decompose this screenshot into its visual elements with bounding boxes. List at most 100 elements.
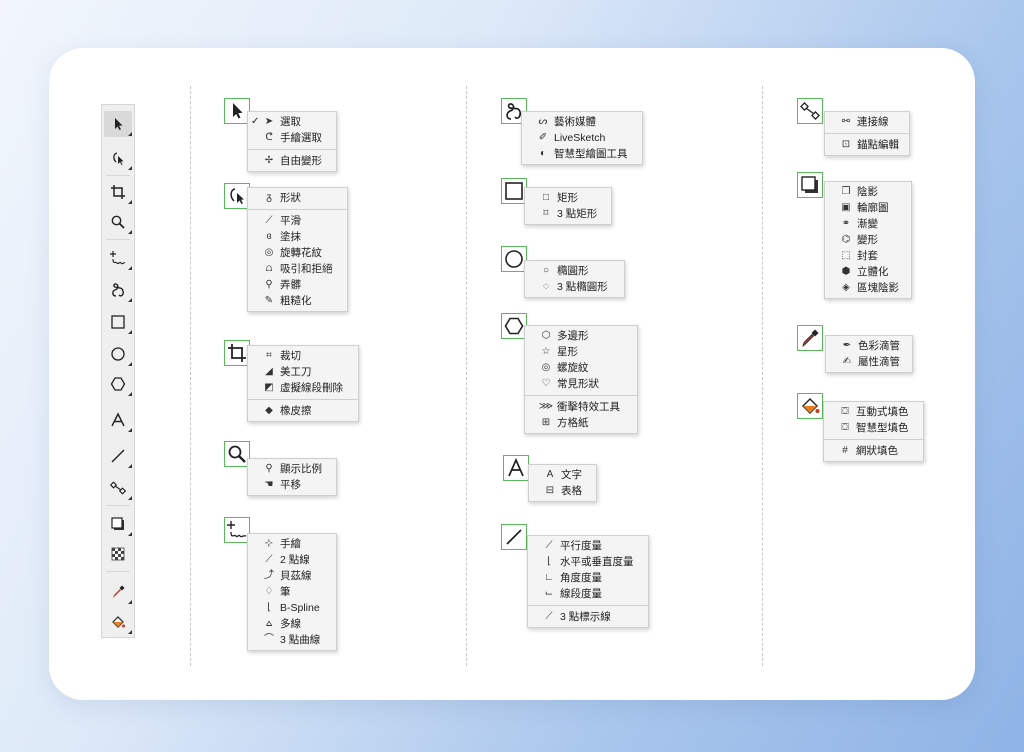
menu-item-interactive-fill[interactable]: ⛋ 互動式填色: [824, 404, 923, 420]
menu-item-common-shapes[interactable]: ♡ 常見形狀: [525, 376, 637, 392]
menu-item-smart-drawing[interactable]: ◐ 智慧型繪圖工具: [522, 146, 642, 162]
menu-item-parallel-dimension[interactable]: ⟋ 平行度量: [528, 538, 648, 554]
menu-item-pan[interactable]: ☚ 平移: [248, 477, 336, 493]
menu-item-pick[interactable]: ✓ ➤ 選取: [248, 114, 336, 130]
eyedropper-tool-box[interactable]: [797, 325, 823, 351]
menu-item-connector[interactable]: ⚯ 連接線: [825, 114, 909, 130]
menu-item-artistic-media[interactable]: ᔕ 藝術媒體: [522, 114, 642, 130]
transparency-tool-button[interactable]: [104, 541, 132, 567]
menu-item-spiral[interactable]: ◎ 螺旋紋: [525, 360, 637, 376]
pick-tool-button[interactable]: [104, 111, 132, 137]
menu-item-mesh-fill[interactable]: # 網狀填色: [824, 443, 923, 459]
angle-icon: ∟: [544, 572, 554, 583]
drop-shadow-tool-box[interactable]: [797, 172, 823, 198]
shape-tool-button[interactable]: [104, 145, 132, 171]
menu-item-attributes-eyedropper[interactable]: ✍ 屬性滴管: [826, 354, 912, 370]
menu-item-angular-dimension[interactable]: ∟ 角度度量: [528, 570, 648, 586]
rectangle-icon: [111, 315, 125, 329]
freehand-tool-button[interactable]: [104, 245, 132, 271]
menu-item-polyline[interactable]: ⩟ 多線: [248, 616, 336, 632]
menu-item-color-eyedropper[interactable]: ✒ 色彩滴管: [826, 338, 912, 354]
menu-item-smudge[interactable]: ⚲ 弄髒: [248, 277, 347, 293]
menu-item-knife[interactable]: ◢ 美工刀: [248, 364, 358, 380]
menu-item-drop-shadow[interactable]: ❐ 陰影: [825, 184, 911, 200]
menu-item-star[interactable]: ☆ 星形: [525, 344, 637, 360]
blend-icon: ⚭: [841, 218, 851, 229]
dimension-tool-box[interactable]: [501, 524, 527, 550]
connector-icon: ⚯: [841, 116, 851, 127]
menu-item-table[interactable]: ⊟ 表格: [529, 483, 596, 499]
menu-item-attract-repel[interactable]: ⩍ 吸引和拒絕: [248, 261, 347, 277]
ellipse-flyout: ○ 橢圓形 ◌ 3 點橢圓形: [524, 260, 625, 298]
column-divider: [190, 86, 191, 666]
eyedropper-tool-button[interactable]: [104, 579, 132, 605]
menu-item-crop[interactable]: ⌗ 裁切: [248, 348, 358, 364]
menu-item-shape[interactable]: ᵹ 形狀: [248, 190, 347, 206]
ellipse-icon: [111, 347, 125, 361]
menu-item-pen[interactable]: ♢ 筆: [248, 584, 336, 600]
menu-item-eraser[interactable]: ◆ 橡皮擦: [248, 403, 358, 419]
checker-icon: [111, 547, 125, 561]
zoom-tool-button[interactable]: [104, 209, 132, 235]
menu-item-contour[interactable]: ▣ 輪廓圖: [825, 200, 911, 216]
menu-item-roughen[interactable]: ✎ 粗糙化: [248, 293, 347, 309]
menu-item-3-point-rectangle[interactable]: ⌑ 3 點矩形: [525, 206, 611, 222]
menu-item-zoom[interactable]: ⚲ 顯示比例: [248, 461, 336, 477]
line-icon: [506, 529, 522, 545]
menu-item-graph-paper[interactable]: ⊞ 方格紙: [525, 415, 637, 431]
menu-item-extrude[interactable]: ⬢ 立體化: [825, 264, 911, 280]
envelope-icon: ⬚: [841, 250, 851, 261]
menu-item-polygon[interactable]: ⬡ 多邊形: [525, 328, 637, 344]
menu-item-freehand[interactable]: ⊹ 手繪: [248, 536, 336, 552]
menu-item-smart-fill[interactable]: ⛋ 智慧型填色: [824, 420, 923, 436]
menu-item-rectangle[interactable]: □ 矩形: [525, 190, 611, 206]
menu-item-impact-effect[interactable]: ⋙ 衝擊特效工具: [525, 399, 637, 415]
toolbox: [101, 104, 135, 638]
drop-shadow-flyout: ❐ 陰影 ▣ 輪廓圖 ⚭ 漸變 ⌬ 變形 ⬚ 封套 ⬢ 立體化 ◈ 區塊陰影: [824, 181, 912, 299]
menu-item-freehand-pick[interactable]: ᕦ 手繪選取: [248, 130, 336, 146]
eraser-icon: ◆: [265, 405, 273, 416]
fill-tool-button[interactable]: [104, 609, 132, 635]
menu-item-text[interactable]: A 文字: [529, 467, 596, 483]
drop-shadow-tool-button[interactable]: [104, 511, 132, 537]
menu-item-smear[interactable]: ɞ 塗抹: [248, 229, 347, 245]
crop-tool-button[interactable]: [104, 179, 132, 205]
menu-item-3-point-curve[interactable]: ⌒ 3 點曲線: [248, 632, 336, 648]
menu-item-block-shadow[interactable]: ◈ 區塊陰影: [825, 280, 911, 296]
rectangle-tool-button[interactable]: [104, 309, 132, 335]
three-point-curve-icon: ⌒: [264, 634, 274, 645]
connector-flyout: ⚯ 連接線 ⊡ 錨點編輯: [824, 111, 910, 156]
menu-item-3-point-callout[interactable]: ⟋ 3 點標示線: [528, 609, 648, 625]
fill-bucket-icon: ⛋: [841, 406, 849, 417]
line-icon: [111, 449, 125, 463]
menu-item-distort[interactable]: ⌬ 變形: [825, 232, 911, 248]
menu-item-anchor-edit[interactable]: ⊡ 錨點編輯: [825, 137, 909, 153]
menu-item-twirl[interactable]: ◎ 旋轉花紋: [248, 245, 347, 261]
menu-item-2-point-line[interactable]: ⟋ 2 點線: [248, 552, 336, 568]
menu-item-envelope[interactable]: ⬚ 封套: [825, 248, 911, 264]
menu-item-free-transform[interactable]: ✢ 自由變形: [248, 153, 336, 169]
attract-icon: ⩍: [265, 263, 273, 274]
text-tool-button[interactable]: [104, 407, 132, 433]
connector-tool-box[interactable]: [797, 98, 823, 124]
rectangle-icon: □: [542, 192, 550, 203]
dimension-tool-button[interactable]: [104, 443, 132, 469]
menu-item-3-point-ellipse[interactable]: ◌ 3 點橢圓形: [525, 279, 624, 295]
b-spline-icon: ⌊: [267, 602, 271, 613]
menu-item-blend[interactable]: ⚭ 漸變: [825, 216, 911, 232]
menu-item-bezier[interactable]: ⤴ 貝茲線: [248, 568, 336, 584]
menu-item-segment-dimension[interactable]: ⌙ 線段度量: [528, 586, 648, 602]
text-tool-box[interactable]: [503, 455, 529, 481]
polygon-tool-button[interactable]: [104, 371, 132, 397]
artistic-media-tool-button[interactable]: [104, 277, 132, 303]
twirl-icon: ◎: [264, 247, 274, 258]
fill-tool-box[interactable]: [797, 393, 823, 419]
menu-item-ellipse[interactable]: ○ 橢圓形: [525, 263, 624, 279]
menu-item-smooth[interactable]: ⟋ 平滑: [248, 213, 347, 229]
menu-item-horizontal-vertical-dimension[interactable]: ⌊ 水平或垂直度量: [528, 554, 648, 570]
menu-item-virtual-segment-delete[interactable]: ◩ 虛擬線段刪除: [248, 380, 358, 396]
ellipse-tool-button[interactable]: [104, 341, 132, 367]
connector-tool-button[interactable]: [104, 475, 132, 501]
menu-item-b-spline[interactable]: ⌊ B-Spline: [248, 600, 336, 616]
menu-item-livesketch[interactable]: ✐ LiveSketch: [522, 130, 642, 146]
